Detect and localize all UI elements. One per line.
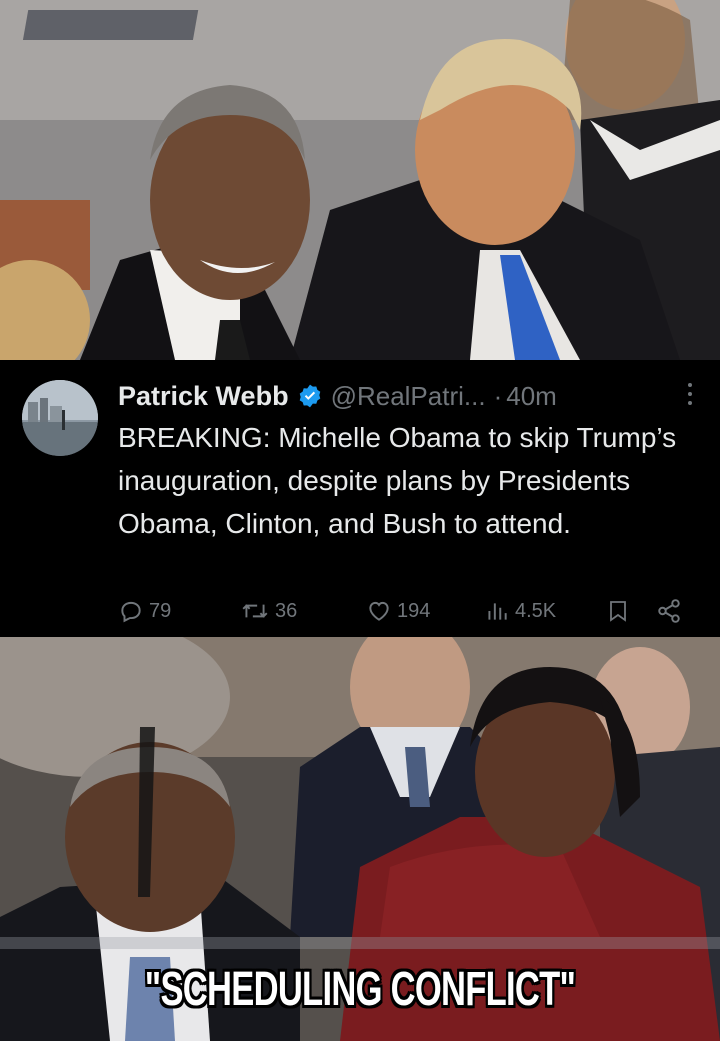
like-icon (369, 601, 389, 621)
meme-image: Patrick Webb @RealPatri... · 40m BREAKIN… (0, 0, 720, 1041)
timestamp[interactable]: 40m (506, 381, 557, 412)
reply-count: 79 (149, 599, 172, 622)
avatar[interactable] (22, 380, 98, 456)
meme-caption: "SCHEDULING CONFLICT" (144, 963, 576, 1016)
more-options-icon[interactable] (686, 383, 694, 409)
share-button[interactable] (656, 598, 682, 624)
repost-count: 36 (275, 599, 298, 622)
tweet-card[interactable]: Patrick Webb @RealPatri... · 40m BREAKIN… (0, 360, 720, 637)
tweet-text: BREAKING: Michelle Obama to skip Trump’s… (118, 422, 677, 539)
bookmark-icon (610, 601, 626, 622)
repost-button[interactable]: 36 (240, 598, 297, 624)
views-button[interactable]: 4.5K (484, 598, 556, 624)
tweet-actions: 79 36 194 4.5K (0, 598, 720, 638)
views-icon (488, 603, 507, 620)
separator-dot: · (493, 380, 503, 411)
bookmark-button[interactable] (606, 598, 630, 624)
verified-badge-icon (299, 384, 320, 408)
views-count: 4.5K (515, 599, 557, 622)
reply-button[interactable]: 79 (118, 598, 171, 624)
top-photo (0, 0, 720, 360)
author-name[interactable]: Patrick Webb (118, 381, 289, 412)
repost-icon (242, 604, 268, 618)
like-button[interactable]: 194 (366, 598, 430, 624)
share-icon (658, 599, 680, 623)
tweet-header: Patrick Webb @RealPatri... · 40m (118, 376, 708, 416)
author-handle[interactable]: @RealPatri... (331, 381, 486, 412)
reply-icon (121, 601, 141, 623)
like-count: 194 (397, 599, 431, 622)
